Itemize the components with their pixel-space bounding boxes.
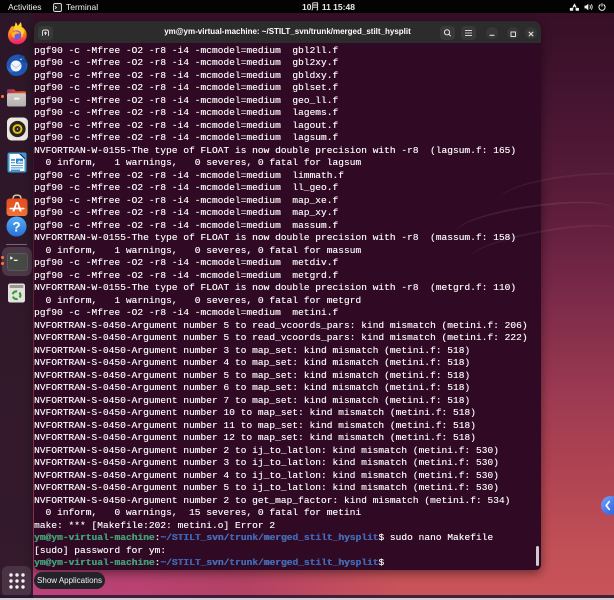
svg-text:A: A bbox=[12, 199, 22, 215]
svg-text:?: ? bbox=[12, 219, 20, 234]
